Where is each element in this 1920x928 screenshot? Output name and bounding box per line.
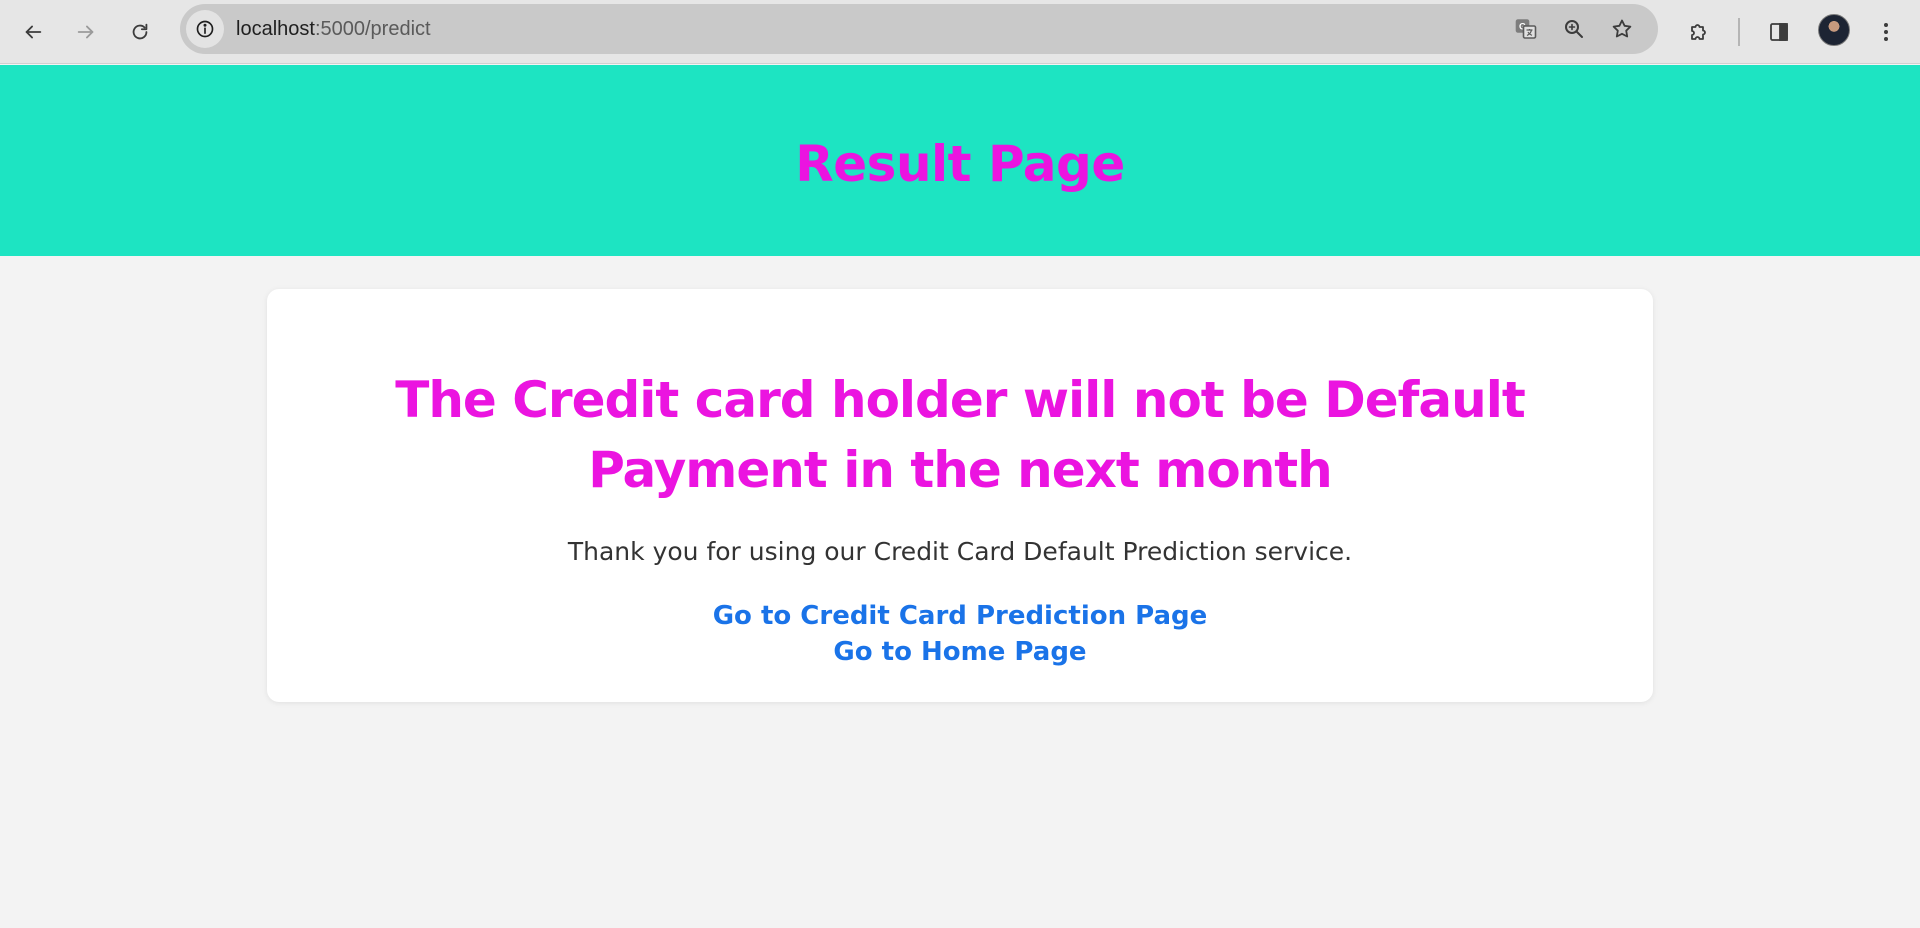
puzzle-icon [1691,24,1706,40]
translate-button[interactable]: G [1510,13,1542,45]
url-path: :5000/predict [314,18,431,40]
side-panel-button[interactable] [1759,12,1799,52]
url-host: localhost [236,18,315,40]
arrow-right-icon [77,25,94,39]
profile-avatar[interactable] [1818,14,1850,46]
info-icon [196,20,214,38]
home-page-link[interactable]: Go to Home Page [267,635,1653,669]
reload-icon [132,23,148,40]
address-bar[interactable]: localhost:5000/predict G [180,4,1658,54]
arrow-left-icon [25,25,42,39]
zoom-icon [1565,20,1583,38]
zoom-button[interactable] [1558,13,1590,45]
star-icon [1612,19,1632,38]
prediction-page-link[interactable]: Go to Credit Card Prediction Page [267,599,1653,633]
page-title: Result Page [795,134,1125,193]
url-text[interactable]: localhost:5000/predict [236,4,431,54]
back-button[interactable] [13,12,53,52]
result-message: The Credit card holder will not be Defau… [395,371,1526,499]
translate-icon: G [1515,19,1537,39]
thank-you-text: Thank you for using our Credit Card Defa… [567,537,1353,566]
bookmark-button[interactable] [1606,13,1638,45]
toolbar-divider [1738,18,1740,46]
result-card: The Credit card holder will not be Defau… [267,289,1653,702]
browser-toolbar: localhost:5000/predict G [0,0,1920,64]
site-info-button[interactable] [186,10,224,48]
side-panel-icon [1770,23,1788,41]
page-header: Result Page [0,65,1920,256]
kebab-menu-icon [1884,23,1888,41]
extensions-button[interactable] [1679,12,1719,52]
forward-button[interactable] [66,12,106,52]
browser-menu-button[interactable] [1866,12,1906,52]
reload-button[interactable] [120,12,160,52]
